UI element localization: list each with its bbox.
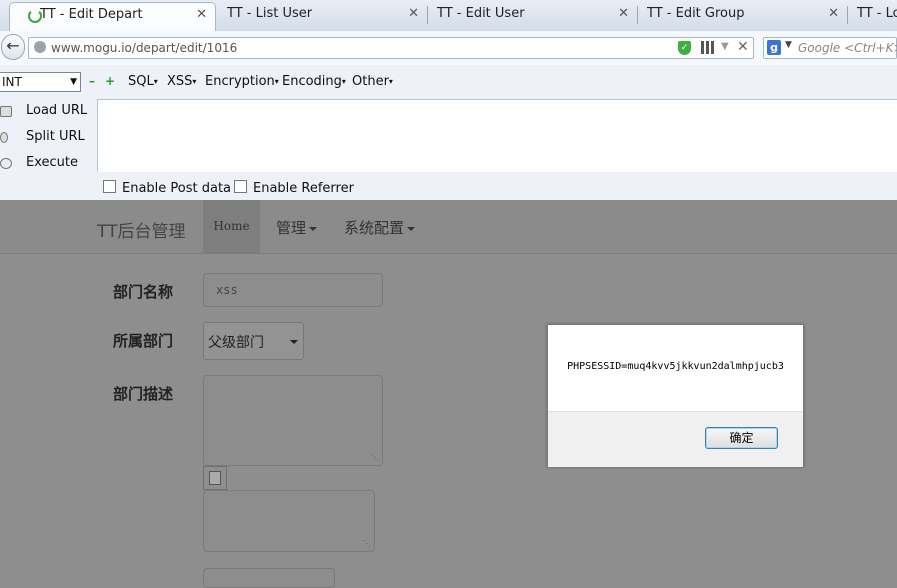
resize-grip-icon[interactable]: ⋱: [363, 539, 371, 548]
alert-message: PHPSESSID=muq4kvv5jkkvun2dalmhpjucb3: [567, 361, 784, 372]
type-select[interactable]: INT ▼: [0, 72, 81, 92]
editor-textarea[interactable]: ⋱: [203, 490, 375, 552]
execute-button[interactable]: Execute: [0, 155, 90, 173]
qr-code-icon[interactable]: [701, 41, 714, 54]
enable-post-data-checkbox[interactable]: Enable Post data: [103, 180, 231, 196]
nav-label: 管理: [276, 219, 307, 237]
minus-icon[interactable]: –: [89, 75, 99, 87]
alert-dialog: PHPSESSID=muq4kvv5jkkvun2dalmhpjucb3 确定: [547, 324, 804, 467]
caret-down-icon: [290, 340, 298, 344]
menu-other[interactable]: Other▾: [352, 74, 393, 89]
chevron-down-icon: ▼: [70, 77, 77, 87]
hackbar-panel: INT ▼ – + SQL▾ XSS▾ Encryption▾ Encoding…: [0, 65, 897, 200]
menu-label: SQL: [128, 74, 154, 89]
browser-tab-strip: TT - Edit Depart ✕ TT - List User ✕ TT -…: [0, 0, 897, 32]
alert-footer: 确定: [548, 411, 803, 467]
globe-icon: [34, 41, 46, 53]
chevron-down-icon: ▾: [192, 77, 197, 86]
scissors-icon: [0, 132, 8, 143]
stop-icon[interactable]: ✕: [737, 39, 749, 55]
tab-close-icon[interactable]: ✕: [196, 7, 207, 22]
search-engine-dropdown-icon[interactable]: ▼: [785, 40, 792, 50]
checkbox-label: Enable Referrer: [253, 181, 354, 196]
checkbox-box[interactable]: [103, 180, 116, 193]
search-box[interactable]: g ▼ Google <Ctrl+K>: [763, 37, 897, 59]
chevron-down-icon: ▾: [153, 77, 158, 86]
load-url-icon: [0, 106, 12, 117]
depart-name-value: xss: [216, 283, 238, 297]
parent-depart-label: 所属部门: [113, 332, 174, 350]
parent-depart-value: 父级部门: [208, 335, 264, 351]
caret-down-icon: [309, 226, 318, 231]
depart-name-input[interactable]: xss: [203, 273, 383, 307]
back-arrow-icon[interactable]: ←: [1, 34, 25, 60]
checkbox-label: Enable Post data: [122, 181, 232, 196]
nav-home[interactable]: Home: [203, 200, 260, 253]
form-control-partial[interactable]: [203, 568, 335, 588]
tab-list-user[interactable]: TT - List User ✕: [217, 2, 427, 29]
tab-title: TT - Edit Group: [647, 6, 745, 21]
tab-close-icon[interactable]: ✕: [618, 6, 629, 21]
nav-system-config[interactable]: 系统配置: [344, 217, 416, 238]
chevron-down-icon: ▾: [341, 77, 346, 86]
hackbar-toolbar: INT ▼ – + SQL▾ XSS▾ Encryption▾ Encoding…: [0, 65, 897, 99]
tab-edit-depart[interactable]: TT - Edit Depart ✕: [9, 2, 216, 32]
menu-label: Other: [352, 74, 389, 89]
menu-encryption[interactable]: Encryption▾: [205, 74, 279, 89]
menu-xss[interactable]: XSS▾: [167, 74, 196, 89]
address-bar[interactable]: www.mogu.io/depart/edit/1016 ✓ ▼ ✕: [28, 37, 754, 59]
parent-depart-select[interactable]: 父级部门: [203, 322, 304, 360]
menu-label: XSS: [167, 74, 193, 89]
checkbox-box[interactable]: [234, 180, 247, 193]
insert-image-icon[interactable]: [203, 466, 227, 490]
play-icon: [0, 158, 12, 169]
tab-edit-user[interactable]: TT - Edit User ✕: [428, 2, 637, 29]
depart-desc-textarea[interactable]: ⋱: [203, 375, 383, 466]
tab-login[interactable]: TT - Lo: [848, 2, 897, 29]
nav-label: 系统配置: [344, 219, 405, 237]
caret-down-icon: [407, 226, 416, 231]
shield-icon[interactable]: ✓: [678, 41, 691, 55]
tab-close-icon[interactable]: ✕: [408, 6, 419, 21]
site-navbar: TT后台管理 Home 管理 系统配置: [0, 200, 897, 254]
split-url-label: Split URL: [26, 129, 85, 144]
dropdown-arrow-icon[interactable]: ▼: [721, 41, 729, 52]
tab-title: TT - Lo: [857, 6, 897, 21]
menu-label: Encoding: [282, 74, 342, 89]
menu-label: Encryption: [205, 74, 275, 89]
enable-referrer-checkbox[interactable]: Enable Referrer: [234, 180, 354, 196]
execute-label: Execute: [26, 155, 78, 170]
tab-edit-group[interactable]: TT - Edit Group ✕: [638, 2, 847, 29]
ok-button[interactable]: 确定: [705, 427, 778, 449]
tab-title: TT - List User: [227, 6, 313, 21]
nav-manage[interactable]: 管理: [276, 217, 318, 238]
search-placeholder[interactable]: Google <Ctrl+K>: [798, 41, 897, 55]
resize-grip-icon[interactable]: ⋱: [371, 453, 379, 462]
load-url-button[interactable]: Load URL: [0, 103, 90, 121]
chevron-down-icon: ▾: [274, 77, 279, 86]
tab-title: TT - Edit User: [437, 6, 525, 21]
hackbar-url-textarea[interactable]: [97, 99, 897, 172]
chevron-down-icon: ▾: [388, 77, 393, 86]
depart-desc-label: 部门描述: [113, 385, 174, 403]
depart-name-label: 部门名称: [113, 283, 174, 301]
menu-sql[interactable]: SQL▾: [128, 74, 158, 89]
menu-encoding[interactable]: Encoding▾: [282, 74, 346, 89]
url-text[interactable]: www.mogu.io/depart/edit/1016: [51, 41, 237, 55]
type-select-value: INT: [2, 75, 22, 89]
split-url-button[interactable]: Split URL: [0, 129, 90, 147]
site-brand[interactable]: TT后台管理: [97, 217, 185, 242]
plus-icon[interactable]: +: [105, 75, 115, 87]
load-url-label: Load URL: [26, 103, 88, 118]
google-icon[interactable]: g: [767, 40, 781, 55]
tab-title: TT - Edit Depart: [40, 7, 143, 22]
browser-navigation-bar: ← www.mogu.io/depart/edit/1016 ✓ ▼ ✕ g ▼…: [0, 31, 897, 66]
tab-close-icon[interactable]: ✕: [828, 6, 839, 21]
